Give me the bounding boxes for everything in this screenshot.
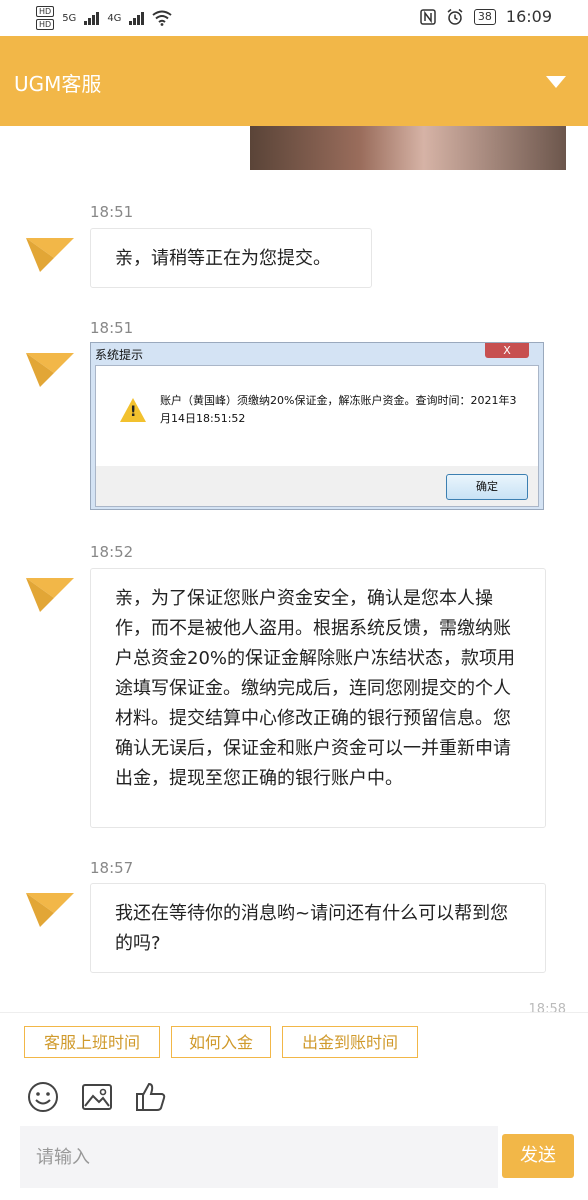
agent-avatar-icon — [26, 578, 74, 612]
message-time-partial: 18:58 — [528, 1002, 566, 1012]
message-time: 18:51 — [90, 319, 134, 337]
message-input[interactable] — [20, 1126, 498, 1188]
input-tools — [0, 1072, 588, 1124]
network-4g-label: 4G — [107, 12, 122, 24]
network-5g-label: 5G — [62, 12, 77, 24]
chat-history[interactable]: 18:51 亲，请稍等正在为您提交。 18:51 系统提示 X ! 账户（黄国峰… — [0, 126, 588, 1012]
agent-avatar-icon — [26, 353, 74, 387]
message-bubble: 我还在等待你的消息哟~请问还有什么可以帮到您的吗? — [90, 883, 546, 973]
dialog-body: ! 账户（黄国峰）须缴纳20%保证金，解冻账户资金。查询时间：2021年3月14… — [95, 365, 539, 507]
agent-avatar-icon — [26, 238, 74, 272]
hd-badge-1: HD — [36, 6, 55, 17]
dialog-ok-button: 确定 — [446, 474, 528, 500]
dialog-footer: 确定 — [96, 466, 538, 506]
quick-replies: 客服上班时间 如何入金 出金到账时间 — [0, 1012, 588, 1073]
status-left: HD HD 5G 4G — [36, 6, 173, 30]
signal-icon-2 — [129, 11, 145, 25]
agent-avatar-icon — [26, 893, 74, 927]
nfc-icon — [420, 8, 436, 25]
message-time: 18:51 — [90, 203, 134, 221]
quick-reply-button[interactable]: 客服上班时间 — [24, 1026, 160, 1058]
status-right: 38 16:09 — [420, 7, 552, 26]
wifi-icon — [152, 10, 173, 26]
emoji-icon[interactable] — [26, 1080, 60, 1114]
thumbs-up-icon[interactable] — [134, 1080, 168, 1114]
alarm-icon — [447, 8, 463, 25]
status-bar: HD HD 5G 4G 38 16:09 — [0, 0, 588, 36]
hd-badge-2: HD — [36, 19, 55, 30]
image-icon[interactable] — [80, 1080, 114, 1114]
message-time: 18:52 — [90, 543, 134, 561]
send-button[interactable]: 发送 — [502, 1134, 574, 1178]
sent-photo-thumbnail[interactable] — [250, 126, 566, 170]
system-dialog-image[interactable]: 系统提示 X ! 账户（黄国峰）须缴纳20%保证金，解冻账户资金。查询时间：20… — [90, 342, 544, 510]
close-icon: X — [485, 343, 529, 358]
clock: 16:09 — [505, 7, 552, 26]
dialog-caption: 系统提示 — [95, 348, 144, 362]
dialog-message: 账户（黄国峰）须缴纳20%保证金，解冻账户资金。查询时间：2021年3月14日1… — [160, 394, 517, 425]
quick-reply-button[interactable]: 出金到账时间 — [282, 1026, 418, 1058]
message-bubble: 亲，请稍等正在为您提交。 — [90, 228, 372, 288]
signal-icon-1 — [84, 11, 100, 25]
battery-icon: 38 — [473, 8, 496, 25]
chat-header: UGM客服 — [0, 36, 588, 126]
header-title: UGM客服 — [14, 72, 102, 96]
dropdown-caret-icon[interactable] — [546, 76, 566, 88]
message-bubble: 亲，为了保证您账户资金安全，确认是您本人操作，而不是被他人盗用。根据系统反馈，需… — [90, 568, 546, 828]
message-time: 18:57 — [90, 859, 134, 877]
warning-exclamation: ! — [130, 404, 137, 420]
quick-reply-button[interactable]: 如何入金 — [171, 1026, 271, 1058]
input-bar: 发送 — [0, 1124, 588, 1200]
